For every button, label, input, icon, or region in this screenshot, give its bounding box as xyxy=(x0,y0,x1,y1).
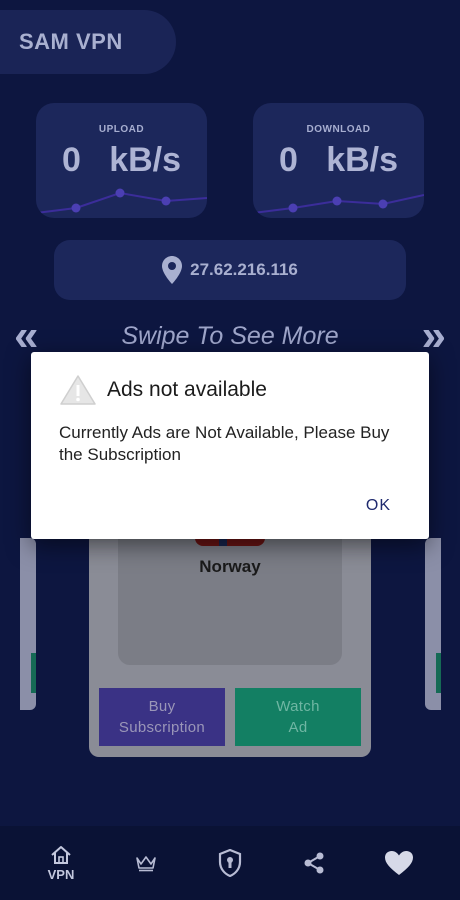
dialog-message: Currently Ads are Not Available, Please … xyxy=(59,423,390,464)
dialog-header: Ads not available xyxy=(59,374,267,406)
ok-button[interactable]: OK xyxy=(366,497,391,515)
warning-icon xyxy=(60,375,96,405)
dialog-title: Ads not available xyxy=(107,378,267,401)
ads-unavailable-dialog: Ads not available Currently Ads are Not … xyxy=(31,352,429,539)
